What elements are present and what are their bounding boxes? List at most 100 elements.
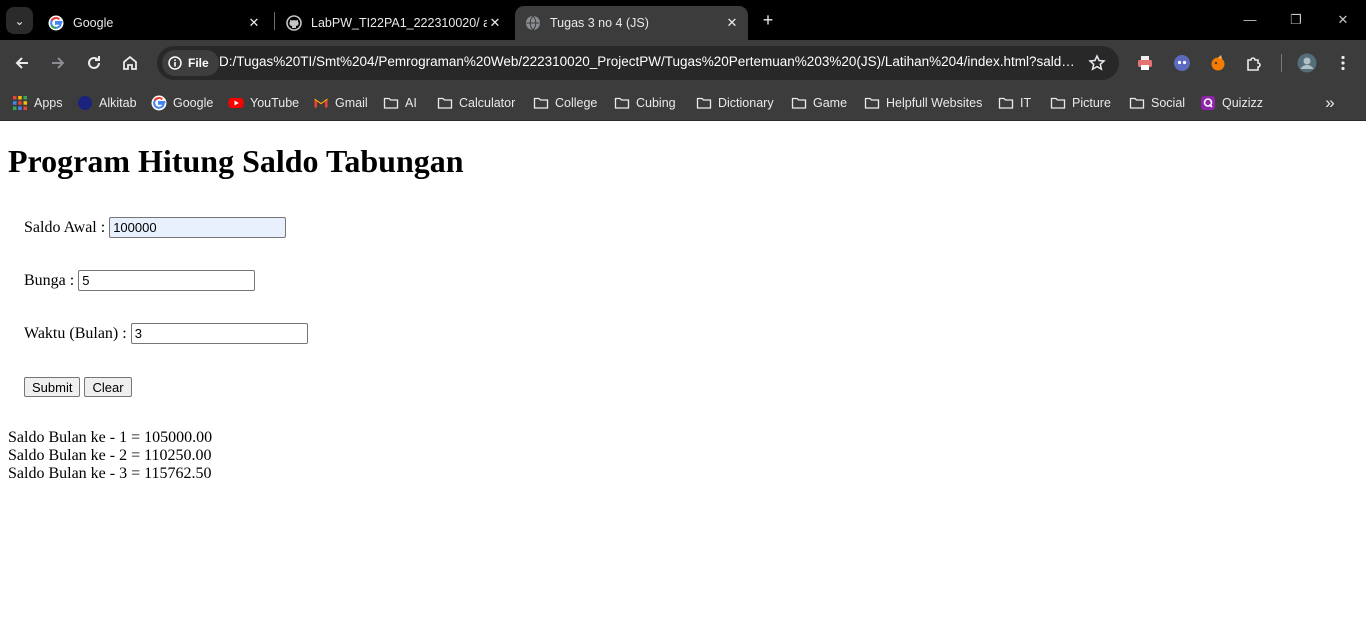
bookmark-folder-dictionary[interactable]: Dictionary (696, 92, 774, 114)
double-chevron-right-icon: » (1325, 93, 1335, 112)
page-content: Program Hitung Saldo Tabungan Saldo Awal… (0, 121, 1366, 639)
restore-icon: ❐ (1290, 12, 1302, 27)
profile-button[interactable] (1296, 52, 1318, 74)
extension-orange[interactable] (1207, 52, 1229, 74)
form-buttons: Submit Clear (24, 377, 132, 397)
bookmark-star-icon[interactable] (1088, 54, 1106, 72)
tab-divider (274, 12, 275, 30)
bookmark-gmail[interactable]: Gmail (313, 92, 368, 114)
clear-button[interactable]: Clear (84, 377, 132, 397)
bookmark-label: Cubing (636, 96, 676, 110)
bookmark-label: Dictionary (718, 96, 774, 110)
globe-icon (526, 15, 540, 31)
bookmark-folder-it[interactable]: IT (998, 92, 1031, 114)
bookmark-folder-college[interactable]: College (533, 92, 597, 114)
bird-icon (1211, 55, 1225, 71)
back-button[interactable] (10, 51, 34, 75)
bookmark-label: Google (173, 96, 214, 110)
result-line: Saldo Bulan ke - 2 = 110250.00 (8, 447, 212, 464)
extension-ghost[interactable] (1171, 52, 1193, 74)
extension-printer[interactable] (1134, 52, 1156, 74)
avatar (1297, 53, 1317, 73)
saldo-awal-label: Saldo Awal : (24, 218, 106, 236)
bookmark-folder-calculator[interactable]: Calculator (437, 92, 515, 114)
minimize-button[interactable]: — (1238, 8, 1262, 32)
google-icon (151, 95, 167, 111)
bookmark-label: YouTube (250, 96, 300, 110)
bookmark-label: College (555, 96, 598, 110)
bookmark-label: Quizizz (1222, 96, 1263, 110)
bookmark-youtube[interactable]: YouTube (228, 92, 299, 114)
bookmark-label: Apps (34, 96, 63, 110)
close-window-button[interactable]: ✕ (1331, 8, 1355, 32)
close-icon[interactable]: ✕ (724, 15, 740, 31)
bookmarks-bar: Apps Alkitab Google YouTube Gmail AI Cal… (0, 86, 1366, 121)
apps-grid-icon (13, 96, 27, 110)
restore-button[interactable]: ❐ (1284, 8, 1308, 32)
bookmark-label: Social (1151, 96, 1186, 110)
bookmark-folder-ai[interactable]: AI (383, 92, 417, 114)
new-tab-button[interactable]: + (758, 10, 778, 30)
bookmark-label: IT (1020, 96, 1032, 110)
bunga-label: Bunga : (24, 271, 75, 289)
bookmark-label: Calculator (459, 96, 516, 110)
site-info-chip[interactable]: File (162, 50, 219, 76)
bookmark-label: Alkitab (99, 96, 137, 110)
waktu-input[interactable] (130, 323, 308, 344)
bunga-input[interactable] (78, 270, 256, 291)
tab-strip: ⌄ Google ✕ LabPW_TI22PA1_222310020/ at ✕… (0, 0, 1366, 40)
tab-google[interactable]: Google ✕ (38, 6, 270, 40)
tab-title: LabPW_TI22PA1_222310020/ at (311, 16, 487, 30)
bookmark-folder-game[interactable]: Game (791, 92, 847, 114)
close-icon: ✕ (1337, 12, 1349, 27)
ghost-icon (1174, 55, 1190, 71)
bookmark-folder-helpfull-websites[interactable]: Helpfull Websites (864, 92, 982, 114)
close-icon[interactable]: ✕ (246, 15, 262, 31)
bookmark-folder-cubing[interactable]: Cubing (614, 92, 676, 114)
folder-icon (791, 97, 807, 109)
bookmark-alkitab[interactable]: Alkitab (77, 92, 137, 114)
reload-icon (88, 56, 100, 69)
google-icon (48, 15, 64, 31)
saldo-awal-input[interactable] (109, 217, 287, 238)
close-icon[interactable]: ✕ (487, 15, 503, 31)
bookmark-label: Helpfull Websites (886, 96, 983, 110)
address-bar[interactable]: File D:/Tugas%20TI/Smt%204/Pemrograman%2… (157, 46, 1119, 80)
bookmark-label: Gmail (335, 96, 368, 110)
browser-menu-button[interactable] (1332, 52, 1354, 74)
forward-button[interactable] (46, 51, 70, 75)
alkitab-icon (78, 96, 92, 110)
bookmark-quizizz[interactable]: Quizizz (1200, 92, 1263, 114)
bookmark-folder-social[interactable]: Social (1129, 92, 1185, 114)
tab-title: Tugas 3 no 4 (JS) (550, 16, 649, 30)
forward-arrow-icon (52, 57, 65, 69)
bookmark-label: Game (813, 96, 848, 110)
bookmarks-overflow-button[interactable]: » (1320, 92, 1340, 114)
bookmark-label: Picture (1072, 96, 1111, 110)
bookmark-folder-picture[interactable]: Picture (1050, 92, 1111, 114)
waktu-label: Waktu (Bulan) : (24, 324, 127, 342)
printer-icon (1138, 56, 1152, 70)
home-icon (123, 55, 137, 70)
extensions-button[interactable] (1243, 52, 1265, 74)
folder-icon (1129, 97, 1145, 109)
folder-icon (383, 97, 399, 109)
tab-github[interactable]: LabPW_TI22PA1_222310020/ at ✕ (276, 6, 511, 40)
bookmark-label: AI (405, 96, 417, 110)
tab-search-button[interactable]: ⌄ (6, 7, 33, 34)
gmail-icon (314, 98, 328, 108)
bookmark-apps[interactable]: Apps (12, 92, 63, 114)
folder-icon (614, 97, 630, 109)
bookmark-google[interactable]: Google (151, 92, 213, 114)
kebab-menu-icon (1341, 55, 1345, 71)
url-text[interactable]: D:/Tugas%20TI/Smt%204/Pemrograman%20Web/… (219, 54, 1077, 69)
plus-icon: + (762, 10, 774, 30)
reload-button[interactable] (82, 51, 106, 75)
folder-icon (533, 97, 549, 109)
folder-icon (1050, 97, 1066, 109)
toolbar-divider (1281, 54, 1282, 72)
tab-tugas-js[interactable]: Tugas 3 no 4 (JS) ✕ (515, 6, 748, 40)
submit-button[interactable]: Submit (24, 377, 81, 397)
result-line: Saldo Bulan ke - 3 = 115762.50 (8, 465, 212, 482)
home-button[interactable] (118, 51, 142, 75)
